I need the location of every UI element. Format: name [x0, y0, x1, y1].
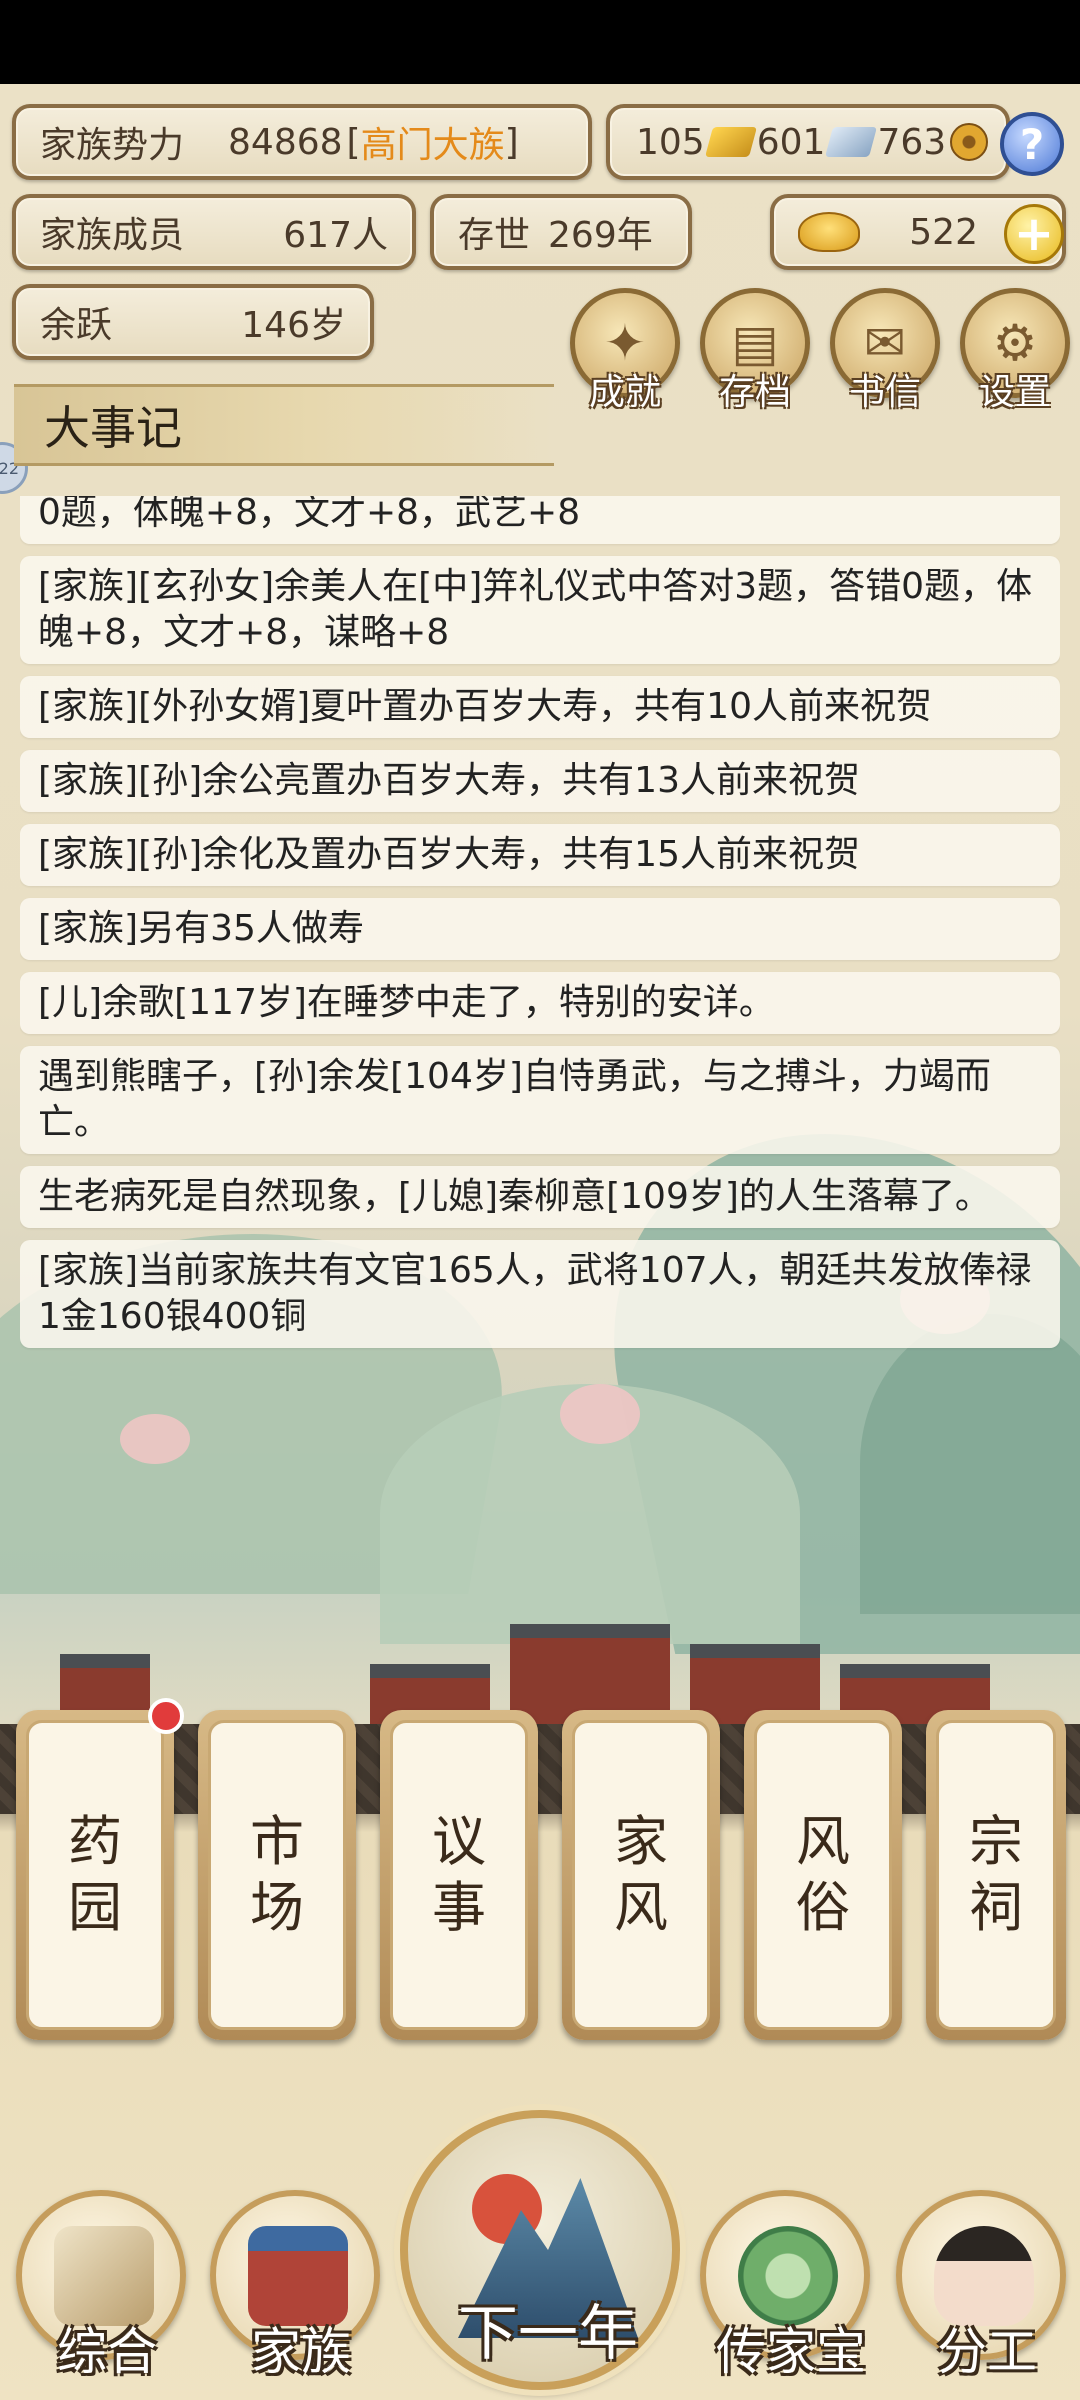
rank-bracket-close: ] — [504, 121, 519, 163]
card-text: 风 — [796, 1810, 850, 1873]
members-value: 617人 — [283, 215, 388, 256]
letters-button[interactable]: ✉ 书信 — [830, 288, 940, 413]
card-text: 市 — [250, 1810, 304, 1873]
save-label: 存档 — [718, 372, 791, 413]
events-title: 大事记 — [14, 384, 554, 466]
card-text: 俗 — [796, 1876, 850, 1939]
card-text: 药 — [68, 1810, 122, 1873]
save-button[interactable]: ▤ 存档 — [700, 288, 810, 413]
card-market[interactable]: 市场 — [198, 1710, 356, 2040]
scroll-icon — [54, 2226, 154, 2326]
nav-overview[interactable]: 综合 — [16, 2190, 186, 2381]
family-power-value: 84868 — [228, 121, 343, 163]
nav-family[interactable]: 家族 — [210, 2190, 380, 2381]
card-text: 园 — [68, 1876, 122, 1939]
currency-bar: 105 601 763 — [606, 104, 1010, 180]
event-item: [家族][孙]余化及置办百岁大寿，共有15人前来祝贺 — [20, 824, 1060, 886]
years-existed-bar: 存世 269年 — [430, 194, 692, 270]
card-customs[interactable]: 风俗 — [744, 1710, 902, 2040]
help-icon[interactable]: ? — [1000, 112, 1064, 176]
card-text: 场 — [250, 1876, 304, 1939]
family-rank: 高门大族 — [360, 125, 505, 166]
rank-bracket-open: [ — [346, 121, 361, 163]
event-item: 遇到熊瞎子，[孙]余发[104岁]自恃勇武，与之搏斗，力竭而亡。 — [20, 1046, 1060, 1154]
silver-count: 601 — [756, 121, 826, 163]
add-ingot-button[interactable]: + — [1004, 204, 1064, 264]
gold-bar-icon — [704, 127, 757, 157]
ingot-bar: 522 + — [770, 194, 1066, 270]
settings-button[interactable]: ⚙ 设置 — [960, 288, 1070, 413]
event-item: [儿]余歌[117岁]在睡梦中走了，特别的安详。 — [20, 972, 1060, 1034]
event-item: [家族][孙]余公亮置办百岁大寿，共有13人前来祝贺 — [20, 750, 1060, 812]
achievements-label: 成就 — [588, 372, 661, 413]
card-text: 事 — [432, 1876, 486, 1939]
card-text: 宗 — [969, 1810, 1023, 1873]
notification-badge — [148, 1698, 184, 1734]
gold-bar-count: 105 — [636, 121, 705, 163]
settings-label: 设置 — [978, 372, 1051, 413]
family-members-bar: 家族成员 617人 — [12, 194, 416, 270]
card-family-style[interactable]: 家风 — [562, 1710, 720, 2040]
jade-icon — [738, 2226, 838, 2326]
event-item: [家族][玄孙女]余美人在[中]笄礼仪式中答对3题，答错0题，体魄+8，文才+8… — [20, 556, 1060, 664]
card-herb-garden[interactable]: 药园 — [16, 1698, 184, 2040]
event-item: [家族]另有35人做寿 — [20, 898, 1060, 960]
next-year-label: 下一年 — [458, 2299, 638, 2369]
card-text: 议 — [432, 1810, 486, 1873]
nav-overview-label: 综合 — [57, 2323, 157, 2381]
silver-bar-icon — [825, 127, 878, 157]
event-item: 0题，体魄+8，文才+8，武艺+8 — [20, 496, 1060, 544]
card-text: 祠 — [969, 1876, 1023, 1939]
next-year-button[interactable]: 下一年 — [400, 2110, 680, 2390]
letters-label: 书信 — [848, 372, 921, 413]
event-item: [家族]当前家族共有文官165人，武将107人，朝廷共发放俸禄1金160银400… — [20, 1240, 1060, 1348]
card-council[interactable]: 议事 — [380, 1710, 538, 2040]
nav-division[interactable]: 分工 — [896, 2190, 1066, 2381]
coin-count: 763 — [877, 121, 947, 163]
family-head-bar[interactable]: 余跃 146岁 — [12, 284, 374, 360]
copper-coin-icon — [950, 123, 989, 161]
nav-heirloom-label: 传家宝 — [716, 2323, 866, 2381]
card-ancestral-hall[interactable]: 宗祠 — [926, 1710, 1066, 2040]
family-power-bar: 家族势力 84868 [ 高门大族 ] — [12, 104, 592, 180]
family-power-label: 家族势力 — [40, 125, 185, 166]
head-name: 余跃 — [40, 305, 113, 346]
nav-family-label: 家族 — [251, 2323, 351, 2381]
event-item: 生老病死是自然现象，[儿媳]秦柳意[109岁]的人生落幕了。 — [20, 1166, 1060, 1228]
years-label: 存世 — [458, 215, 531, 256]
event-list[interactable]: 0题，体魄+8，文才+8，武艺+8 [家族][玄孙女]余美人在[中]笄礼仪式中答… — [20, 496, 1060, 1556]
ingot-count: 522 — [909, 211, 978, 253]
building-icon — [248, 2226, 348, 2326]
years-value: 269年 — [548, 215, 653, 256]
character-portrait-icon — [934, 2226, 1034, 2326]
card-text: 家 — [614, 1810, 668, 1873]
members-label: 家族成员 — [40, 215, 185, 256]
events-title-text: 大事记 — [44, 401, 182, 455]
gold-ingot-icon — [798, 212, 860, 252]
game-screen: 家族势力 84868 [ 高门大族 ] 105 601 763 ? 家族成员 6… — [0, 84, 1080, 2400]
card-text: 风 — [614, 1876, 668, 1939]
nav-division-label: 分工 — [937, 2323, 1037, 2381]
event-item: [家族][外孙女婿]夏叶置办百岁大寿，共有10人前来祝贺 — [20, 676, 1060, 738]
nav-heirloom[interactable]: 传家宝 — [700, 2190, 870, 2381]
head-age: 146岁 — [241, 305, 346, 346]
achievements-button[interactable]: ✦ 成就 — [570, 288, 680, 413]
